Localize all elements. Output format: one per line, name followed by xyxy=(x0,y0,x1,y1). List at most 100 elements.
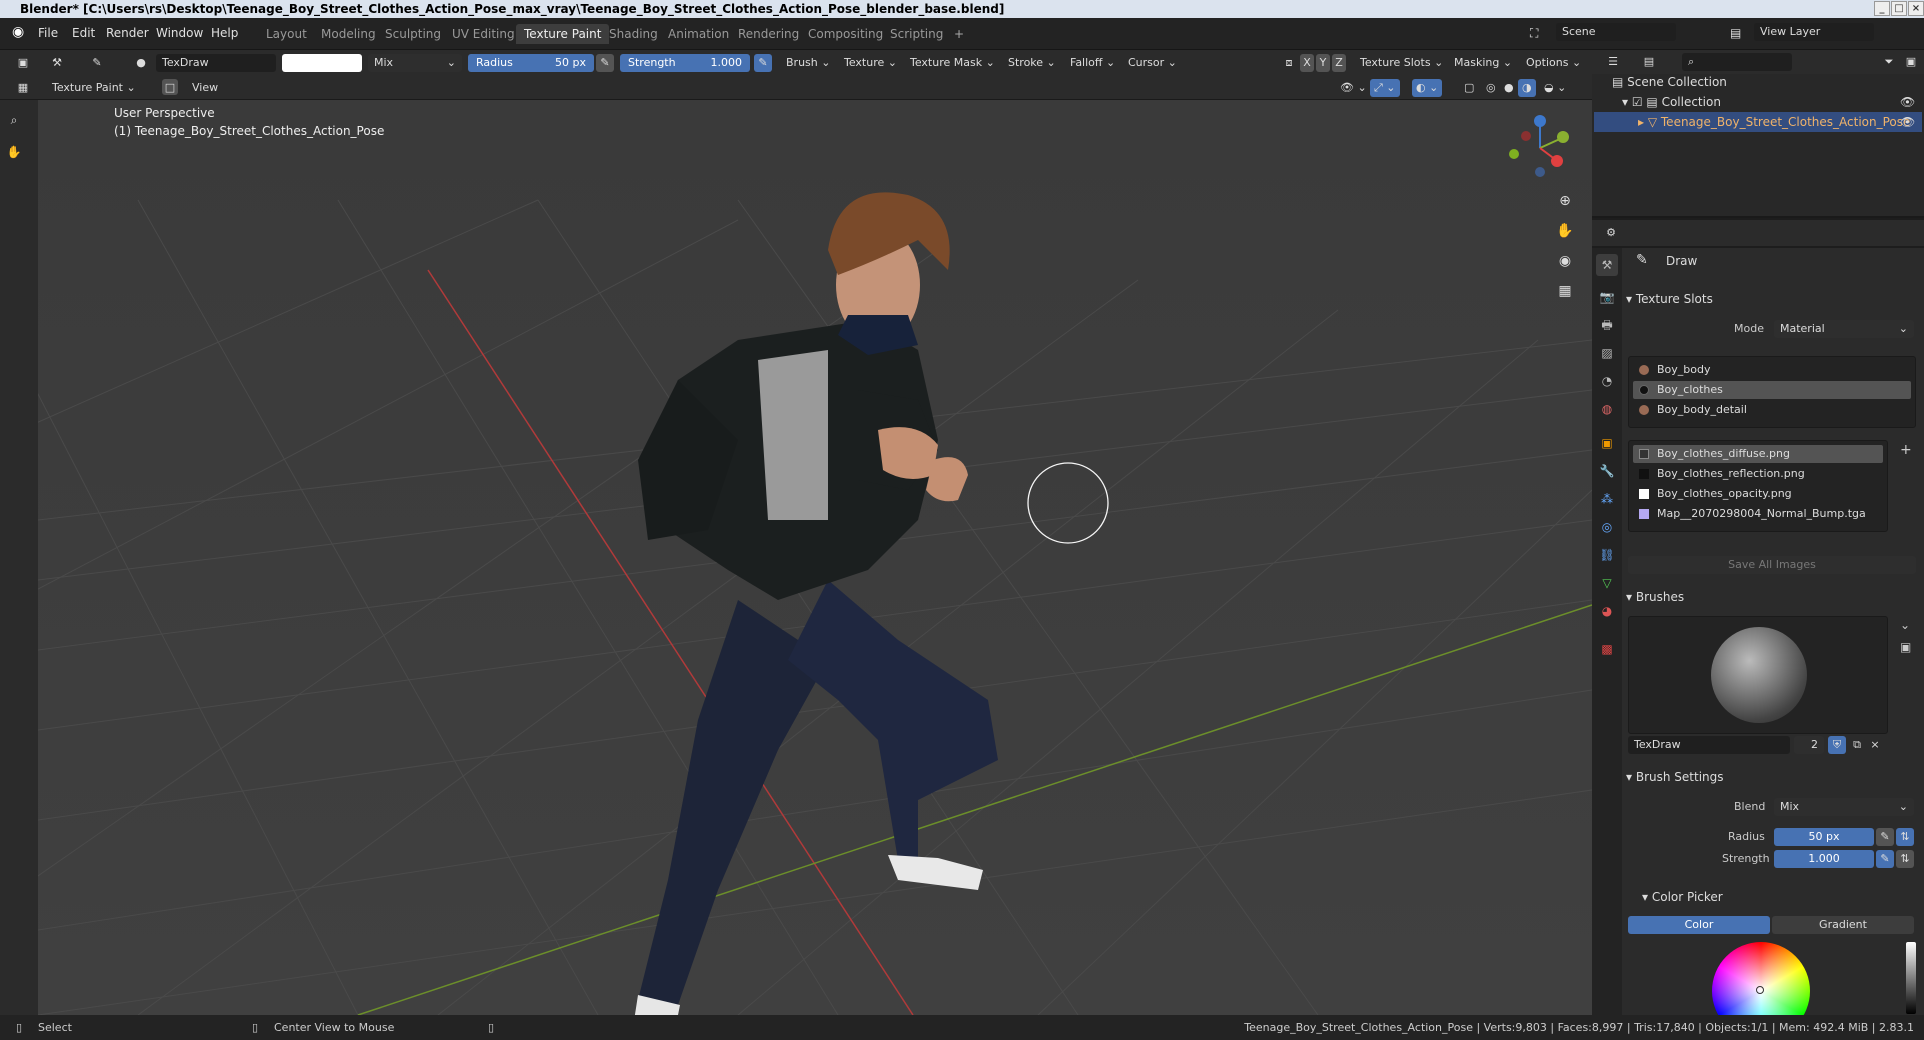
overlays-icon[interactable]: ◐ ⌄ xyxy=(1412,79,1443,97)
axis-x-toggle[interactable]: X xyxy=(1300,54,1314,72)
new-collection-icon[interactable]: ▣ xyxy=(1902,53,1920,71)
gizmo-icon[interactable]: ⤢ ⌄ xyxy=(1370,79,1400,97)
ortho-grid-icon[interactable]: ▦ xyxy=(1554,280,1576,302)
character-model[interactable] xyxy=(38,100,1592,1015)
zoom-icon[interactable]: ⌕ xyxy=(2,108,26,132)
scene-tab-icon[interactable]: ◔ xyxy=(1596,370,1618,392)
particles-tab-icon[interactable]: ⁂ xyxy=(1596,488,1618,510)
material-item-boy-body-detail[interactable]: Boy_body_detail xyxy=(1633,401,1911,419)
mode-dropdown[interactable]: Texture Paint ⌄ xyxy=(48,79,140,97)
collection-visibility-icon[interactable]: 👁 xyxy=(1900,92,1915,112)
add-slot-icon[interactable]: + xyxy=(1900,442,1912,458)
brush-preview-box[interactable] xyxy=(1628,616,1888,734)
filter-icon[interactable]: ⏷ xyxy=(1880,53,1898,71)
navigation-gizmo[interactable] xyxy=(1500,108,1580,188)
gradient-tab[interactable]: Gradient xyxy=(1772,916,1914,934)
menu-help[interactable]: Help xyxy=(211,26,238,40)
minimize-icon[interactable]: _ xyxy=(1874,1,1890,16)
tab-animation[interactable]: Animation xyxy=(660,24,737,44)
tab-uv-editing[interactable]: UV Editing xyxy=(444,24,523,44)
modifier-tab-icon[interactable]: 🔧 xyxy=(1596,460,1618,482)
tab-shading[interactable]: Shading xyxy=(601,24,666,44)
pan-icon[interactable]: ✋ xyxy=(1554,220,1576,242)
menu-texture[interactable]: Texture ⌄ xyxy=(840,54,901,72)
blend-dropdown-props[interactable]: Mix ⌄ xyxy=(1774,798,1914,816)
visibility-icon[interactable]: 👁 ⌄ xyxy=(1336,79,1371,97)
brush-image-icon[interactable]: ▣ xyxy=(1900,640,1911,654)
editor-type-icon[interactable]: ▣ xyxy=(14,54,32,72)
color-tab[interactable]: Color xyxy=(1628,916,1770,934)
menu-file[interactable]: File xyxy=(38,26,58,40)
menu-brush[interactable]: Brush ⌄ xyxy=(782,54,834,72)
strength-slider-props[interactable]: 1.000 xyxy=(1774,850,1874,868)
xray-icon[interactable]: ▢ xyxy=(1460,79,1478,97)
menu-options[interactable]: Options ⌄ xyxy=(1522,54,1585,72)
shading-material-icon[interactable]: ◑ xyxy=(1518,79,1536,97)
view-layer-tab-icon[interactable]: ▨ xyxy=(1596,342,1618,364)
mask-toggle[interactable]: □ xyxy=(162,79,178,95)
menu-falloff[interactable]: Falloff ⌄ xyxy=(1066,54,1119,72)
scene-field[interactable]: Scene xyxy=(1556,23,1676,41)
add-workspace-icon[interactable]: + xyxy=(946,24,972,44)
shading-rendered-icon[interactable]: ◒ ⌄ xyxy=(1540,79,1570,97)
maximize-icon[interactable]: □ xyxy=(1891,1,1907,16)
menu-texture-slots[interactable]: Texture Slots ⌄ xyxy=(1356,54,1447,72)
tab-layout[interactable]: Layout xyxy=(258,24,315,44)
symmetry-icon[interactable]: ⧈ xyxy=(1280,54,1298,72)
radius-pressure-icon-props[interactable]: ✎ xyxy=(1876,828,1894,846)
brush-name-field[interactable]: TexDraw xyxy=(1628,736,1790,754)
texture-slots-header[interactable]: ▾ Texture Slots xyxy=(1626,292,1713,306)
mode-dropdown[interactable]: Material ⌄ xyxy=(1774,320,1914,338)
tab-modeling[interactable]: Modeling xyxy=(313,24,384,44)
tab-scripting[interactable]: Scripting xyxy=(882,24,951,44)
outliner-collection[interactable]: ▾ ☑ ▤ Collection xyxy=(1622,92,1721,112)
strength-pressure-icon[interactable]: ✎ xyxy=(754,54,772,72)
data-tab-icon[interactable]: ▽ xyxy=(1596,572,1618,594)
blender-logo-icon[interactable]: ◉ xyxy=(12,24,24,40)
menu-cursor[interactable]: Cursor ⌄ xyxy=(1124,54,1181,72)
constraints-tab-icon[interactable]: ⛓ xyxy=(1596,544,1618,566)
tool-tab-icon[interactable]: ⚒ xyxy=(1596,254,1618,276)
strength-unit-icon[interactable]: ⇅ xyxy=(1896,850,1914,868)
radius-pressure-icon[interactable]: ✎ xyxy=(596,54,614,72)
pan-hand-icon[interactable]: ✋ xyxy=(2,140,26,164)
unlink-brush-icon[interactable]: × xyxy=(1866,736,1884,754)
zoom-in-icon[interactable]: ⊕ xyxy=(1554,190,1576,212)
physics-tab-icon[interactable]: ◎ xyxy=(1596,516,1618,538)
tab-texture-paint[interactable]: Texture Paint xyxy=(516,24,610,44)
shading-wireframe-icon[interactable]: ◎ xyxy=(1482,79,1500,97)
save-all-images-button[interactable]: Save All Images xyxy=(1628,556,1916,574)
3d-viewport[interactable]: User Perspective (1) Teenage_Boy_Street_… xyxy=(38,100,1592,1015)
outliner-scene-collection[interactable]: ▤ Scene Collection xyxy=(1612,72,1727,92)
shading-solid-icon[interactable]: ● xyxy=(1500,79,1518,97)
strength-slider[interactable]: Strength 1.000 xyxy=(620,54,750,72)
outliner-editor-icon[interactable]: ☰ xyxy=(1604,53,1622,71)
object-tab-icon[interactable]: ▣ xyxy=(1596,432,1618,454)
close-icon[interactable]: × xyxy=(1908,1,1924,16)
brush-users-count[interactable]: 2 xyxy=(1794,736,1824,754)
menu-render[interactable]: Render xyxy=(106,26,149,40)
menu-edit[interactable]: Edit xyxy=(72,26,95,40)
color-picker-header[interactable]: ▾ Color Picker xyxy=(1642,890,1723,904)
properties-editor-icon[interactable]: ⚙ xyxy=(1602,224,1620,242)
brush-list-expand-icon[interactable]: ⌄ xyxy=(1900,618,1910,632)
axis-z-toggle[interactable]: Z xyxy=(1332,54,1346,72)
radius-slider[interactable]: Radius 50 px xyxy=(468,54,594,72)
image-item-diffuse[interactable]: Boy_clothes_diffuse.png xyxy=(1633,445,1883,463)
outliner-search-input[interactable]: ⌕ xyxy=(1682,53,1792,71)
duplicate-brush-icon[interactable]: ⧉ xyxy=(1848,736,1866,754)
strength-pressure-icon-props[interactable]: ✎ xyxy=(1876,850,1894,868)
scene-icon[interactable]: ⛶ xyxy=(1530,26,1538,41)
image-item-normal-bump[interactable]: Map__2070298004_Normal_Bump.tga xyxy=(1633,505,1883,523)
tab-rendering[interactable]: Rendering xyxy=(730,24,807,44)
texture-tab-icon[interactable]: ▩ xyxy=(1596,638,1618,660)
tool-settings-icon[interactable]: ⚒ xyxy=(48,54,66,72)
image-item-reflection[interactable]: Boy_clothes_reflection.png xyxy=(1633,465,1883,483)
material-item-boy-body[interactable]: Boy_body xyxy=(1633,361,1911,379)
radius-slider-props[interactable]: 50 px xyxy=(1774,828,1874,846)
image-item-opacity[interactable]: Boy_clothes_opacity.png xyxy=(1633,485,1883,503)
output-tab-icon[interactable]: 🖶 xyxy=(1596,314,1618,336)
brush-color-swatch[interactable] xyxy=(282,54,362,72)
brush-icon[interactable]: ✎ xyxy=(88,54,106,72)
brush-fake-user-icon[interactable]: ● xyxy=(132,54,150,72)
